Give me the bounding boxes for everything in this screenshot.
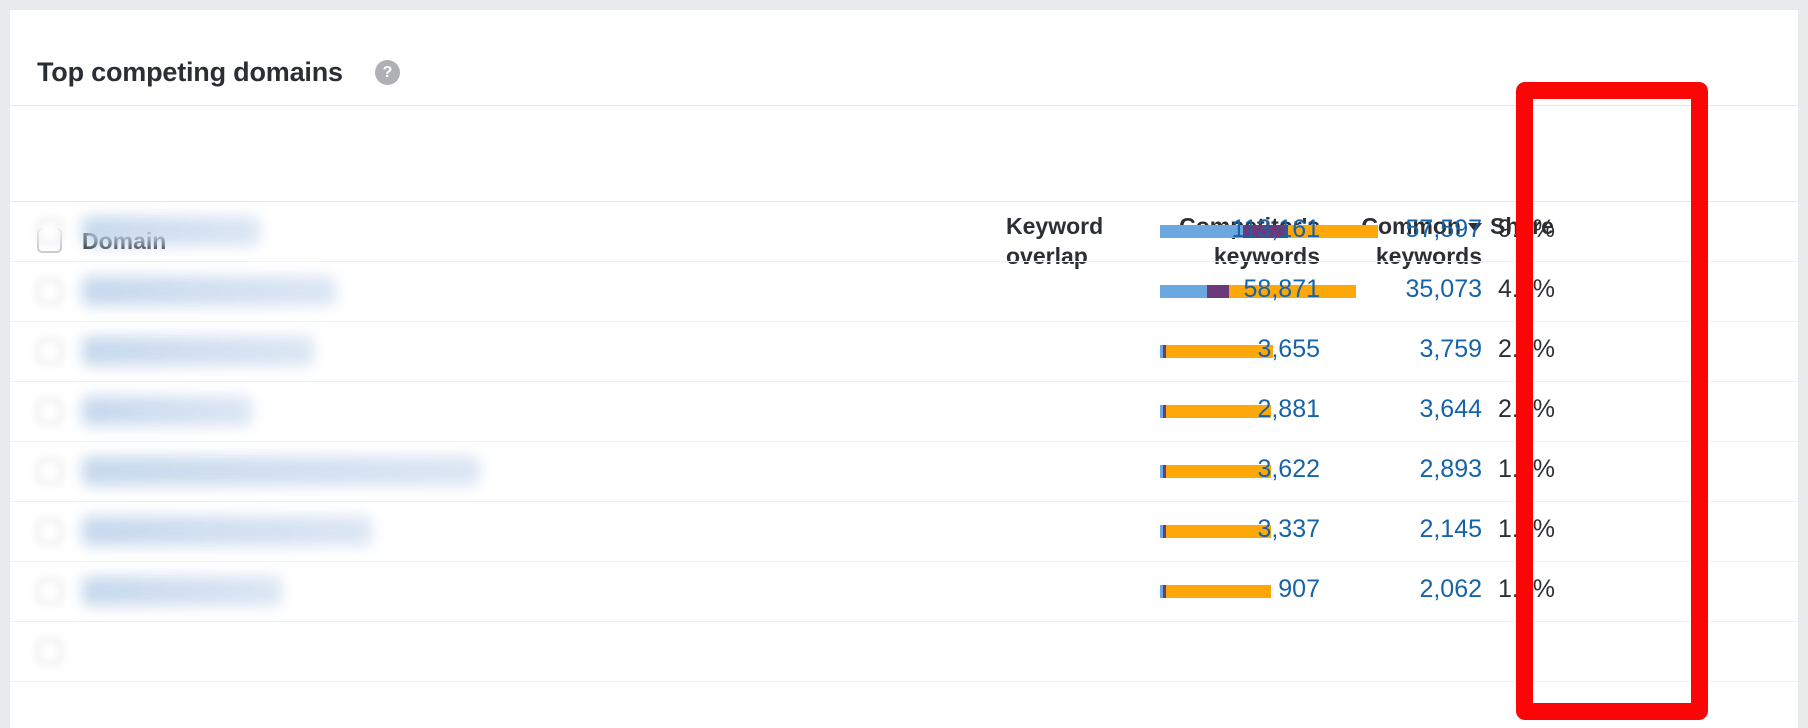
table-row[interactable]: 58,871 35,073 4.8% (10, 262, 1798, 322)
share-value: 1.6% (1498, 455, 1555, 483)
share-value: 9.8% (1498, 215, 1555, 243)
competitors-keywords-value[interactable]: 2,881 (1130, 395, 1320, 424)
share-value: 2.0% (1498, 395, 1555, 423)
table-row[interactable] (10, 622, 1798, 682)
competitors-keywords-value[interactable]: 3,622 (1130, 455, 1320, 484)
common-keywords-value[interactable]: 3,759 (1330, 335, 1482, 364)
row-checkbox[interactable] (37, 519, 62, 544)
share-value: 1.1% (1498, 575, 1555, 603)
competitors-keywords-value[interactable]: 113,161 (1130, 215, 1320, 244)
row-checkbox[interactable] (37, 399, 62, 424)
domain-name-redacted[interactable] (82, 216, 260, 246)
row-checkbox[interactable] (37, 279, 62, 304)
table-row[interactable]: 3,622 2,893 1.6% (10, 442, 1798, 502)
common-keywords-value[interactable]: 3,644 (1330, 395, 1482, 424)
domain-name-redacted[interactable] (82, 396, 252, 426)
share-value: 1.1% (1498, 515, 1555, 543)
table-row[interactable]: 907 2,062 1.1% (10, 562, 1798, 622)
common-keywords-value[interactable]: 2,062 (1330, 575, 1482, 604)
card-header: Top competing domains ? (10, 10, 1798, 106)
share-value: 2.0% (1498, 335, 1555, 363)
row-checkbox[interactable] (37, 339, 62, 364)
competitors-keywords-value[interactable]: 907 (1130, 575, 1320, 604)
row-checkbox[interactable] (37, 219, 62, 244)
domain-name-redacted[interactable] (82, 576, 282, 606)
common-keywords-value[interactable]: 35,073 (1330, 275, 1482, 304)
page-title: Top competing domains (37, 57, 343, 87)
domain-name-redacted[interactable] (82, 276, 336, 306)
row-checkbox[interactable] (37, 639, 62, 664)
question-mark-icon[interactable]: ? (375, 60, 400, 85)
table-row[interactable]: 113,161 57,597 9.8% (10, 202, 1798, 262)
competitors-keywords-value[interactable]: 3,337 (1130, 515, 1320, 544)
share-value: 4.8% (1498, 275, 1555, 303)
competitors-keywords-value[interactable]: 58,871 (1130, 275, 1320, 304)
table-row[interactable]: 3,655 3,759 2.0% (10, 322, 1798, 382)
competing-domains-card: Top competing domains ? Domain Keyword o… (10, 10, 1798, 728)
table-row[interactable]: 3,337 2,145 1.1% (10, 502, 1798, 562)
table-body: 113,161 57,597 9.8% 58,871 35,073 4.8% 3,655 3,… (10, 202, 1798, 682)
row-checkbox[interactable] (37, 579, 62, 604)
competitors-keywords-value[interactable]: 3,655 (1130, 335, 1320, 364)
row-checkbox[interactable] (37, 459, 62, 484)
common-keywords-value[interactable]: 2,145 (1330, 515, 1482, 544)
table-header-row: Domain Keyword overlap Competitor's keyw… (10, 106, 1798, 269)
domain-name-redacted[interactable] (82, 516, 372, 546)
common-keywords-value[interactable]: 57,597 (1330, 215, 1482, 244)
domain-name-redacted[interactable] (82, 336, 314, 366)
table-row[interactable]: 2,881 3,644 2.0% (10, 382, 1798, 442)
common-keywords-value[interactable]: 2,893 (1330, 455, 1482, 484)
domain-name-redacted[interactable] (82, 456, 480, 486)
